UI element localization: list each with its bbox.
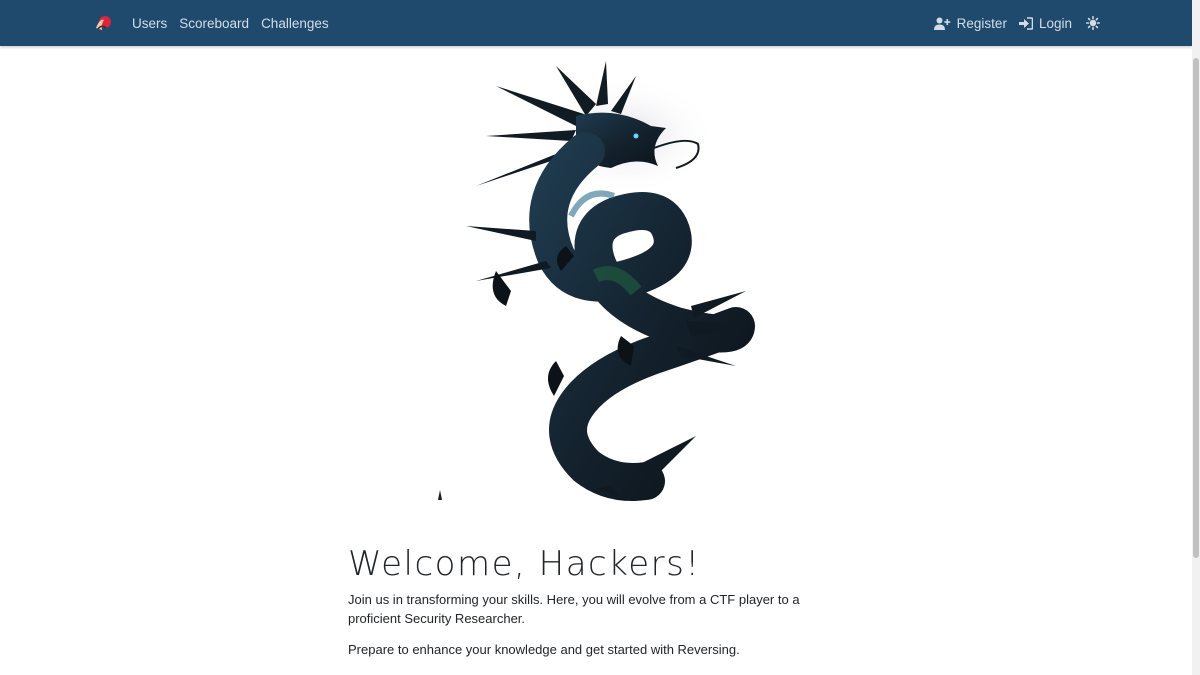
brand-logo-icon[interactable]: [92, 12, 114, 34]
cta-paragraph: Prepare to enhance your knowledge and ge…: [348, 642, 740, 657]
nav-link-users[interactable]: Users: [132, 16, 167, 31]
register-link[interactable]: Register: [933, 15, 1007, 31]
sun-icon: [1086, 16, 1100, 30]
theme-toggle-button[interactable]: [1086, 16, 1100, 30]
user-plus-icon: [933, 17, 950, 30]
login-link[interactable]: Login: [1018, 15, 1072, 31]
register-label: Register: [956, 15, 1007, 31]
login-label: Login: [1038, 15, 1072, 31]
intro-paragraph: Join us in transforming your skills. Her…: [348, 592, 800, 626]
welcome-section: Welcome, Hackers! Join us in transformin…: [348, 540, 848, 659]
dragon-hero-image: [436, 56, 766, 504]
scrollbar-thumb[interactable]: [1193, 58, 1199, 558]
top-navbar: Users Scoreboard Challenges Register Log…: [0, 0, 1192, 46]
sign-in-icon: [1018, 16, 1033, 30]
page-title: Welcome, Hackers!: [348, 544, 701, 584]
navbar-right: Register Login: [922, 16, 1100, 31]
nav-link-challenges[interactable]: Challenges: [261, 16, 329, 31]
navbar-container: Users Scoreboard Challenges Register Log…: [92, 0, 1100, 46]
nav-link-scoreboard[interactable]: Scoreboard: [179, 16, 249, 31]
